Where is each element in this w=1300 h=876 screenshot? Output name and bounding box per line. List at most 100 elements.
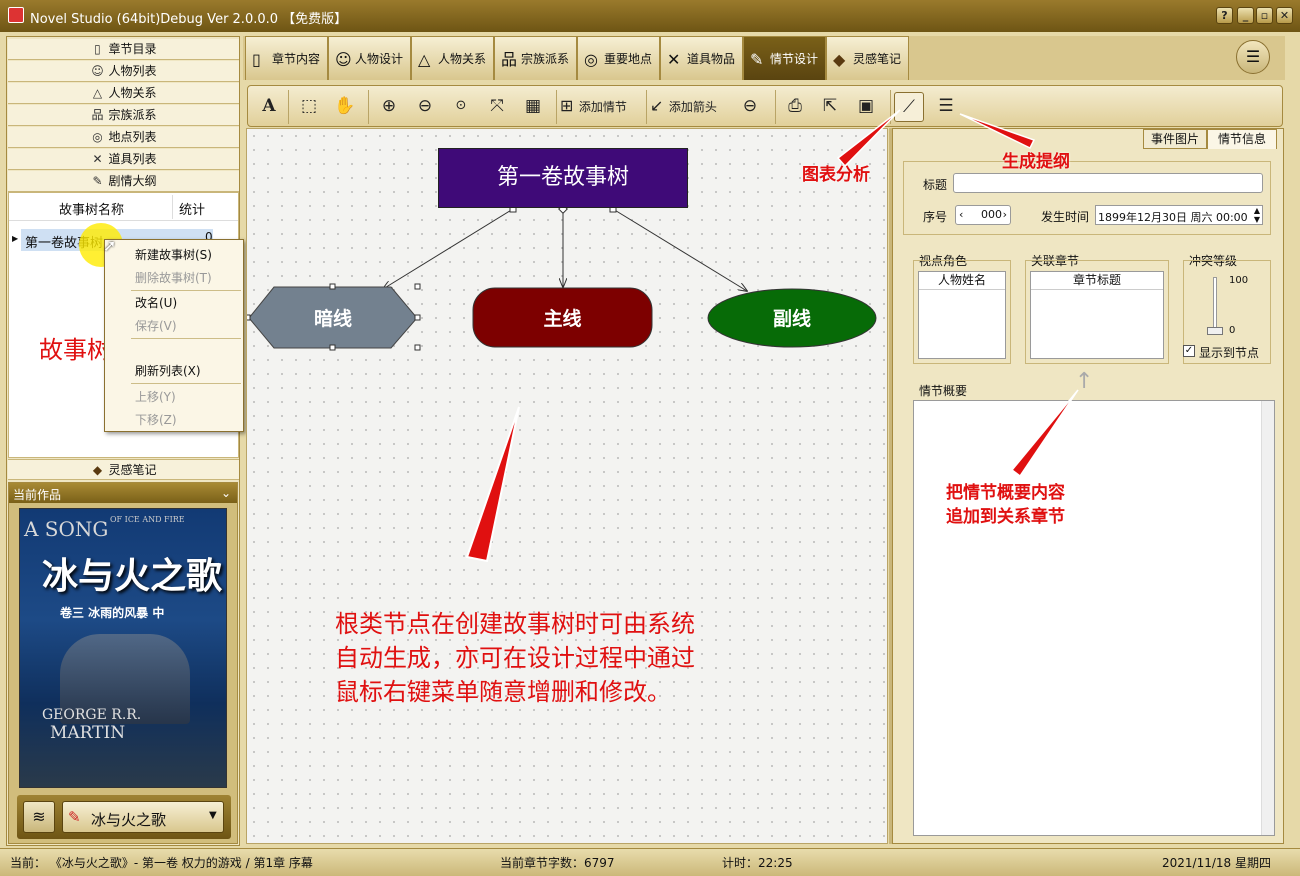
menu-rename[interactable]: 改名(U) (135, 294, 177, 311)
selection-handle[interactable] (414, 344, 421, 351)
selection-handle[interactable] (414, 283, 421, 290)
spin-icon[interactable]: ▲ ▼ (1254, 206, 1260, 224)
status-date: 2021/11/18 星期四 (1162, 856, 1271, 870)
tab-plot-design[interactable]: ✎ 情节设计 (743, 36, 826, 80)
nav-person-list[interactable]: ☺ 人物列表 (8, 61, 239, 82)
fit-view-icon[interactable]: ⤧ (482, 92, 512, 122)
show-node-checkbox[interactable]: ✓ (1183, 345, 1195, 357)
pan-hand-icon[interactable]: ✋ (330, 92, 360, 122)
layers-icon[interactable]: ≋ (23, 801, 55, 833)
menu-delete-tree[interactable]: 删除故事树(T) (135, 269, 212, 286)
close-button[interactable]: ✕ (1276, 7, 1293, 24)
maximize-button[interactable]: ▫ (1256, 7, 1273, 24)
tab-label: 宗族派系 (521, 52, 570, 66)
export-icon[interactable]: ⇱ (815, 92, 845, 122)
row-expand-icon[interactable]: ▶ (12, 234, 18, 243)
current-work-header-label: 当前作品 (13, 488, 62, 502)
tab-chapter-content[interactable]: ▯ 章节内容 (245, 36, 328, 80)
collapse-icon[interactable]: ⌄ (221, 486, 231, 500)
conflict-slider-thumb[interactable] (1207, 327, 1223, 335)
zoom-reset-icon[interactable]: ⊙ (446, 92, 476, 122)
title-input[interactable] (953, 173, 1263, 193)
tab-clan[interactable]: 品宗族派系 (494, 36, 577, 80)
toolbar-separator (890, 90, 891, 124)
stepper-right-icon[interactable]: › (1003, 208, 1007, 221)
nav-props-list[interactable]: ✕ 道具列表 (8, 149, 239, 170)
annotation-note-line: 根类节点在创建故事树时可由系统 (335, 610, 695, 638)
menu-new-tree[interactable]: 新建故事树(S) (135, 246, 212, 263)
chart-analysis-icon[interactable]: ⟋ (894, 92, 924, 122)
zoom-out-icon[interactable]: ⊖ (410, 92, 440, 122)
nav-location-list[interactable]: ◎ 地点列表 (8, 127, 239, 148)
current-work-header: 当前作品 ⌄ (9, 483, 237, 503)
tab-plot-info[interactable]: 情节信息 (1207, 129, 1277, 149)
tab-event-image[interactable]: 事件图片 (1143, 129, 1207, 149)
clan-icon: 品 (501, 49, 518, 69)
menu-list-icon[interactable]: ☰ (1236, 40, 1270, 74)
tab-important-locations[interactable]: ◎ 重要地点 (577, 36, 660, 80)
generate-outline-icon[interactable]: ☰ (931, 92, 961, 122)
menu-move-down[interactable]: 下移(Z) (135, 411, 177, 428)
minimize-button[interactable]: _ (1237, 7, 1254, 24)
work-select-dropdown[interactable]: ✎ 冰与火之歌 ▼ (62, 801, 224, 833)
status-word-count: 当前章节字数：6797 (500, 856, 615, 870)
nav-label: 剧情大纲 (108, 174, 157, 188)
seq-stepper[interactable]: ‹ 000 › (955, 205, 1011, 225)
summary-textarea[interactable] (913, 400, 1275, 836)
text-tool-icon[interactable]: A (254, 92, 284, 122)
menu-refresh[interactable]: 刷新列表(X) (135, 362, 201, 379)
nav-clan[interactable]: 品宗族派系 (8, 105, 239, 126)
mouse-cursor-icon: ➚ (103, 236, 117, 255)
menu-move-up[interactable]: 上移(Y) (135, 388, 176, 405)
nav-person-relation[interactable]: △ 人物关系 (8, 83, 239, 104)
tab-person-design[interactable]: ☺ 人物设计 (328, 36, 411, 80)
tab-label: 人物设计 (355, 52, 404, 66)
zoom-in-icon[interactable]: ⊕ (374, 92, 404, 122)
menu-save[interactable]: 保存(V) (135, 317, 177, 334)
append-arrow-icon[interactable]: ↑ (1075, 369, 1093, 394)
pov-list[interactable]: 人物姓名 (918, 271, 1006, 359)
chapter-list[interactable]: 章节标题 (1030, 271, 1164, 359)
tab-inspiration-notes[interactable]: ◆ 灵感笔记 (826, 36, 909, 80)
summary-label: 情节概要 (919, 384, 968, 398)
main-tabs: ▯ 章节内容 ☺ 人物设计 △ 人物关系 品宗族派系 ◎ 重要地点 ✕ 道具物品 ✎ 情节设… (243, 36, 1285, 80)
scrollbar[interactable] (1261, 401, 1274, 835)
col-count-header[interactable]: 统计 (179, 199, 205, 218)
image-icon[interactable]: ▣ (851, 92, 881, 122)
select-tool-icon[interactable]: ⬚ (294, 92, 324, 122)
selection-handle[interactable] (329, 344, 336, 351)
nav-inspiration-notes[interactable]: ◆ 灵感笔记 (8, 459, 239, 480)
stepper-left-icon[interactable]: ‹ (959, 208, 963, 221)
chapter-col-header[interactable]: 章节标题 (1031, 272, 1163, 290)
time-picker[interactable]: 1899年12月30日 周六 00:00 ▲ ▼ (1095, 205, 1263, 225)
diagram-canvas[interactable]: 第一卷故事树 暗线 主线 副线 根类节点在创建故事树时可由系统 自动生成，亦可在… (246, 128, 888, 844)
annotation-append-line: 追加到关系章节 (946, 507, 1065, 527)
pov-col-header[interactable]: 人物姓名 (919, 272, 1005, 290)
show-node-label: 显示到节点 (1199, 346, 1260, 360)
root-node[interactable]: 第一卷故事树 (438, 148, 688, 208)
conflict-min: 0 (1229, 325, 1236, 336)
print-icon[interactable]: ⎙ (780, 92, 810, 122)
conflict-slider-track[interactable] (1213, 277, 1217, 331)
nav-plot-outline[interactable]: ✎ 剧情大纲 (8, 171, 239, 192)
toolbar-separator (368, 90, 369, 124)
selection-handle[interactable] (329, 283, 336, 290)
node-dark-label: 暗线 (313, 308, 352, 330)
col-name-header[interactable]: 故事树名称 (59, 199, 124, 218)
tab-label: 人物关系 (438, 52, 487, 66)
nav-chapter-list[interactable]: ▯ 章节目录 (8, 39, 239, 60)
location-icon: ◎ (92, 130, 103, 144)
time-label: 发生时间 (1041, 210, 1090, 224)
work-selector-bar: ≋ ✎ 冰与火之歌 ▼ (17, 795, 231, 839)
time-value: 1899年12月30日 周六 00:00 (1098, 211, 1248, 224)
annotation-append: 把情节概要内容 追加到关系章节 (946, 481, 1065, 529)
grid-icon[interactable]: ▦ (518, 92, 548, 122)
help-button[interactable]: ? (1216, 7, 1233, 24)
tab-props[interactable]: ✕ 道具物品 (660, 36, 743, 80)
location-icon: ◎ (584, 49, 598, 69)
remove-icon[interactable]: ⊖ (735, 92, 765, 122)
add-arrow-button[interactable]: ↙ 添加箭头 (650, 92, 734, 122)
add-plot-button[interactable]: ⊞ 添加情节 (560, 92, 644, 122)
add-plot-label: 添加情节 (578, 100, 627, 114)
tab-person-relation[interactable]: △ 人物关系 (411, 36, 494, 80)
